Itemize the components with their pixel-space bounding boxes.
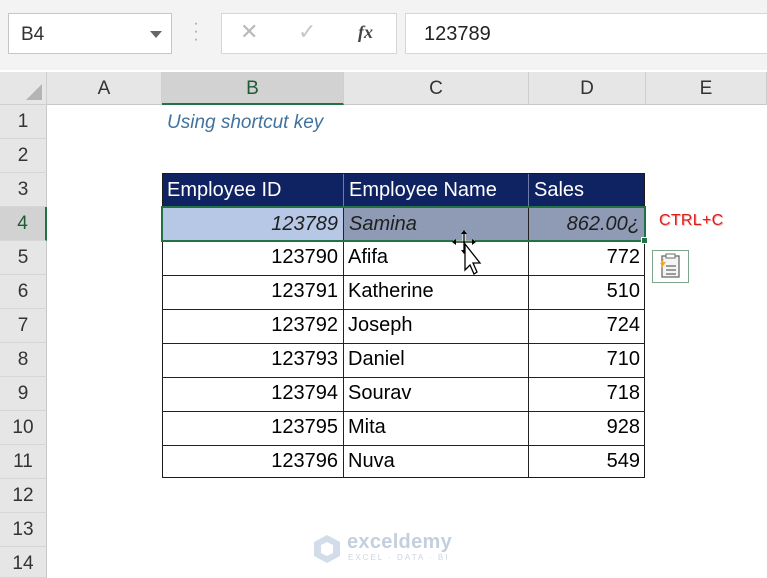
close-icon[interactable]: ✕ [240,19,258,45]
formula-buttons: ✕ ✓ fx [221,13,397,54]
row-header-2[interactable]: 2 [0,139,47,173]
formula-input[interactable]: 123789 [405,13,767,54]
select-all-button[interactable] [0,72,47,105]
table-divider [162,445,645,446]
exceldemy-logo-icon [314,535,340,563]
chevron-down-icon[interactable] [150,31,162,38]
formula-bar: B4 · · · ✕ ✓ fx 123789 [0,0,767,70]
watermark: exceldemy EXCEL · DATA · BI [311,531,471,567]
row-header-12[interactable]: 12 [0,479,47,513]
paste-options-button[interactable] [652,250,689,283]
paste-options-icon [660,253,680,278]
row-header-8[interactable]: 8 [0,343,47,377]
checkmark-icon[interactable]: ✓ [298,19,316,45]
row-header-9[interactable]: 9 [0,377,47,411]
watermark-name: exceldemy [347,531,452,553]
table-divider [162,343,645,344]
row-header-14[interactable]: 14 [0,547,47,578]
selection-border [161,206,646,242]
row-header-13[interactable]: 13 [0,513,47,547]
column-header-d[interactable]: D [529,72,646,105]
fill-handle[interactable] [641,237,648,244]
shortcut-annotation: CTRL+C [659,212,724,229]
name-box-value: B4 [21,24,45,45]
more-options-icon[interactable]: · · · [191,16,201,48]
row-header-6[interactable]: 6 [0,275,47,309]
insert-function-button[interactable]: fx [358,22,373,43]
table-divider [162,275,645,276]
name-box[interactable]: B4 [8,13,172,54]
row-header-11[interactable]: 11 [0,445,47,479]
select-all-icon [26,84,42,100]
formula-value: 123789 [424,23,491,45]
watermark-tagline: EXCEL · DATA · BI [348,553,450,562]
row-header-10[interactable]: 10 [0,411,47,445]
row-header-3[interactable]: 3 [0,173,47,207]
table-divider [162,411,645,412]
move-cursor-icon [452,230,482,275]
sheet-title[interactable]: Using shortcut key [167,106,467,139]
row-header-5[interactable]: 5 [0,241,47,275]
column-header-c[interactable]: C [344,72,529,105]
table-divider [162,309,645,310]
column-header-a[interactable]: A [47,72,162,105]
column-header-e[interactable]: E [646,72,767,105]
row-header-1[interactable]: 1 [0,105,47,139]
row-header-7[interactable]: 7 [0,309,47,343]
table-divider [162,377,645,378]
row-header-4[interactable]: 4 [0,207,47,241]
column-header-b[interactable]: B [162,72,344,105]
